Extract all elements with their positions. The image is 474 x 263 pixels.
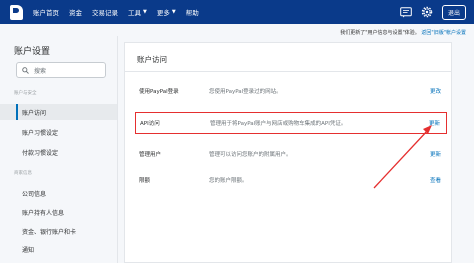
row-description: 您使用PayPal登录过的网站。 [209,89,282,95]
search-icon [22,66,29,74]
experience-notice: 我们更新了"用户信息与设置"体验。 返回"旧版"帐户设置 [340,29,466,36]
sidebar-item-payment-preferences[interactable]: 付款习惯设定 [0,144,117,160]
row-label: API访问 [140,121,160,127]
row-limits: 限额 您的账户限额。 查看 [135,169,447,191]
gear-icon[interactable] [421,6,433,18]
section-account-security: 账户与安全 [14,91,37,96]
nav-item-label: 交易记录 [92,9,118,17]
divider [125,71,451,72]
nav-right-tools: 退出 [400,0,466,24]
nav-item-label: 工具 [128,9,141,17]
old-settings-link[interactable]: 返回"旧版"帐户设置 [421,30,466,36]
nav-item-label: 更多 [156,9,170,17]
paypal-logo[interactable] [10,4,23,20]
search-input[interactable]: 搜索 [16,62,106,78]
nav-item-transactions[interactable]: 交易记录 [92,7,118,17]
nav-item-funds[interactable]: 资金 [69,7,82,17]
nav-item-more[interactable]: 更多 ▼ [157,7,176,17]
notice-text: 我们更新了"用户信息与设置"体验。 [340,30,420,36]
row-description: 管理用于将PayPal账户与网店或购物车集成的API凭证。 [210,121,347,127]
update-link[interactable]: 更新 [429,119,446,127]
section-business-info: 商家信息 [14,171,32,176]
row-label: 使用PayPal登录 [139,89,179,95]
nav-item-label: 账户首页 [33,9,59,17]
row-description: 您的账户限额。 [209,178,248,184]
row-label: 限额 [139,178,151,184]
row-paypal-login: 使用PayPal登录 您使用PayPal登录过的网站。 更改 [135,80,447,102]
nav-item-label: 资金 [69,9,82,17]
view-link[interactable]: 查看 [430,176,447,184]
change-link[interactable]: 更改 [430,87,447,95]
logout-button[interactable]: 退出 [441,4,466,20]
sidebar-title: 账户设置 [14,47,51,57]
update-link[interactable]: 更新 [430,150,447,158]
panel-title: 账户访问 [137,55,167,64]
chevron-down-icon: ▼ [143,9,147,15]
sidebar-item-business-info[interactable]: 公司信息 [0,185,117,201]
row-description: 管理可以访问您账户的附属用户。 [209,152,292,158]
message-center-icon[interactable] [400,6,412,18]
search-placeholder: 搜索 [34,67,47,75]
settings-sidebar: 账户设置 搜索 账户与安全 账户访问 账户习惯设定 付款习惯设定 商家信息 公司… [0,36,118,263]
sidebar-item-notifications[interactable]: 通知 [0,241,117,257]
nav-item-help[interactable]: 帮助 [186,7,199,17]
top-navigation: 账户首页 资金 交易记录 工具 ▼ 更多 ▼ 帮助 退出 [0,0,474,24]
chevron-down-icon: ▼ [171,9,176,15]
sidebar-item-account-access[interactable]: 账户访问 [0,104,117,120]
nav-item-label: 帮助 [185,9,199,17]
row-label: 管理用户 [139,152,162,158]
account-access-panel: 账户访问 使用PayPal登录 您使用PayPal登录过的网站。 更改 API访… [124,42,452,263]
sidebar-item-account-holder[interactable]: 账户持有人信息 [0,204,117,220]
sidebar-item-money-banks-cards[interactable]: 资金、银行账户和卡 [0,223,117,239]
row-api-access: API访问 管理用于将PayPal账户与网店或购物车集成的API凭证。 更新 [135,112,447,134]
nav-item-account-home[interactable]: 账户首页 [33,7,59,17]
sidebar-item-account-preferences[interactable]: 账户习惯设定 [0,124,117,140]
row-manage-users: 管理用户 管理可以访问您账户的附属用户。 更新 [135,143,447,165]
nav-item-tools[interactable]: 工具 ▼ [128,7,147,17]
